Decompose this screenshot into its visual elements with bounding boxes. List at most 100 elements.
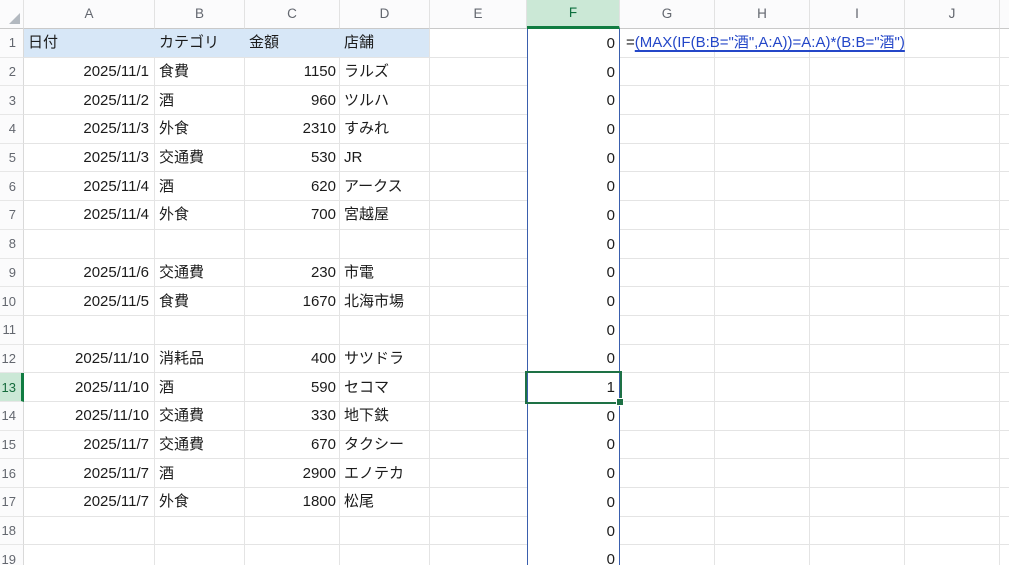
cell-f15[interactable]: 0: [527, 430, 620, 460]
cell-a11[interactable]: [24, 315, 155, 345]
cell-j16[interactable]: [905, 459, 1000, 488]
cell-a4[interactable]: 2025/11/3: [24, 115, 155, 144]
cell-h19[interactable]: [715, 545, 810, 565]
row-header-3[interactable]: 3: [0, 86, 24, 116]
cell-d14[interactable]: 地下鉄: [340, 401, 430, 431]
cell-a10[interactable]: 2025/11/5: [24, 287, 155, 316]
cell-h6[interactable]: [715, 172, 810, 202]
cell-i4[interactable]: [810, 115, 905, 144]
cell-j11[interactable]: [905, 315, 1000, 345]
cell-d3[interactable]: ツルハ: [340, 86, 430, 116]
cell-f2[interactable]: 0: [527, 57, 620, 87]
cell-i12[interactable]: [810, 344, 905, 374]
cell-i5[interactable]: [810, 143, 905, 173]
cell-f6[interactable]: 0: [527, 172, 620, 202]
cell-i8[interactable]: [810, 229, 905, 259]
cell-g9[interactable]: [620, 258, 715, 288]
cell-a15[interactable]: 2025/11/7: [24, 430, 155, 460]
row-header-4[interactable]: 4: [0, 115, 24, 144]
cell-c19[interactable]: [245, 545, 340, 565]
cell-b19[interactable]: [155, 545, 245, 565]
cell-i9[interactable]: [810, 258, 905, 288]
cell-j14[interactable]: [905, 401, 1000, 431]
cell-e12[interactable]: [430, 344, 527, 374]
cell-d8[interactable]: [340, 229, 430, 259]
cell-h7[interactable]: [715, 201, 810, 230]
row-header-7[interactable]: 7: [0, 201, 24, 230]
cell-c15[interactable]: 670: [245, 430, 340, 460]
cell-i18[interactable]: [810, 516, 905, 546]
cell-h2[interactable]: [715, 57, 810, 87]
cell-j6[interactable]: [905, 172, 1000, 202]
cell-f12[interactable]: 0: [527, 344, 620, 374]
cell-j5[interactable]: [905, 143, 1000, 173]
row-header-8[interactable]: 8: [0, 229, 24, 259]
cell-i14[interactable]: [810, 401, 905, 431]
cell-d1[interactable]: 店舗: [340, 29, 430, 58]
cell-f3[interactable]: 0: [527, 86, 620, 116]
cell-g13[interactable]: [620, 373, 715, 402]
row-header-1[interactable]: 1: [0, 29, 24, 58]
cell-a16[interactable]: 2025/11/7: [24, 459, 155, 488]
cell-c11[interactable]: [245, 315, 340, 345]
cell-b18[interactable]: [155, 516, 245, 546]
cell-d16[interactable]: エノテカ: [340, 459, 430, 488]
cell-b17[interactable]: 外食: [155, 488, 245, 517]
cell-f17[interactable]: 0: [527, 488, 620, 517]
cell-e13[interactable]: [430, 373, 527, 402]
cell-j10[interactable]: [905, 287, 1000, 316]
cell-b14[interactable]: 交通費: [155, 401, 245, 431]
cell-f9[interactable]: 0: [527, 258, 620, 288]
cell-h3[interactable]: [715, 86, 810, 116]
cell-f19[interactable]: 0: [527, 545, 620, 565]
cell-d5[interactable]: JR: [340, 143, 430, 173]
cell-b1[interactable]: カテゴリ: [155, 29, 245, 58]
column-header-f[interactable]: F: [527, 0, 620, 29]
cell-g17[interactable]: [620, 488, 715, 517]
cell-j2[interactable]: [905, 57, 1000, 87]
cell-h12[interactable]: [715, 344, 810, 374]
cell-b7[interactable]: 外食: [155, 201, 245, 230]
cell-f8[interactable]: 0: [527, 229, 620, 259]
cell-f16[interactable]: 0: [527, 459, 620, 488]
cell-a7[interactable]: 2025/11/4: [24, 201, 155, 230]
cell-b9[interactable]: 交通費: [155, 258, 245, 288]
cell-g12[interactable]: [620, 344, 715, 374]
cell-d2[interactable]: ラルズ: [340, 57, 430, 87]
row-header-13[interactable]: 13: [0, 373, 24, 402]
cell-c7[interactable]: 700: [245, 201, 340, 230]
cell-h8[interactable]: [715, 229, 810, 259]
cell-j9[interactable]: [905, 258, 1000, 288]
cell-d7[interactable]: 宮越屋: [340, 201, 430, 230]
cell-c17[interactable]: 1800: [245, 488, 340, 517]
cell-j18[interactable]: [905, 516, 1000, 546]
cell-e15[interactable]: [430, 430, 527, 460]
cell-i16[interactable]: [810, 459, 905, 488]
row-header-14[interactable]: 14: [0, 401, 24, 431]
cell-j12[interactable]: [905, 344, 1000, 374]
cell-a9[interactable]: 2025/11/6: [24, 258, 155, 288]
cell-i13[interactable]: [810, 373, 905, 402]
cell-g11[interactable]: [620, 315, 715, 345]
cell-d18[interactable]: [340, 516, 430, 546]
cell-j17[interactable]: [905, 488, 1000, 517]
row-header-18[interactable]: 18: [0, 516, 24, 546]
row-header-19[interactable]: 19: [0, 545, 24, 565]
cell-h10[interactable]: [715, 287, 810, 316]
column-header-b[interactable]: B: [155, 0, 245, 29]
cell-a13[interactable]: 2025/11/10: [24, 373, 155, 402]
cell-f13[interactable]: 1: [527, 373, 620, 402]
cell-g1[interactable]: = (MAX(IF(B:B="酒",A:A))=A:A)*(B:B="酒"): [620, 29, 905, 58]
cell-c14[interactable]: 330: [245, 401, 340, 431]
cell-b6[interactable]: 酒: [155, 172, 245, 202]
cell-g5[interactable]: [620, 143, 715, 173]
cell-j3[interactable]: [905, 86, 1000, 116]
cell-d17[interactable]: 松尾: [340, 488, 430, 517]
cell-b13[interactable]: 酒: [155, 373, 245, 402]
cell-j15[interactable]: [905, 430, 1000, 460]
cell-c8[interactable]: [245, 229, 340, 259]
cell-e1[interactable]: [430, 29, 527, 58]
cell-a12[interactable]: 2025/11/10: [24, 344, 155, 374]
cell-j7[interactable]: [905, 201, 1000, 230]
column-header-c[interactable]: C: [245, 0, 340, 29]
